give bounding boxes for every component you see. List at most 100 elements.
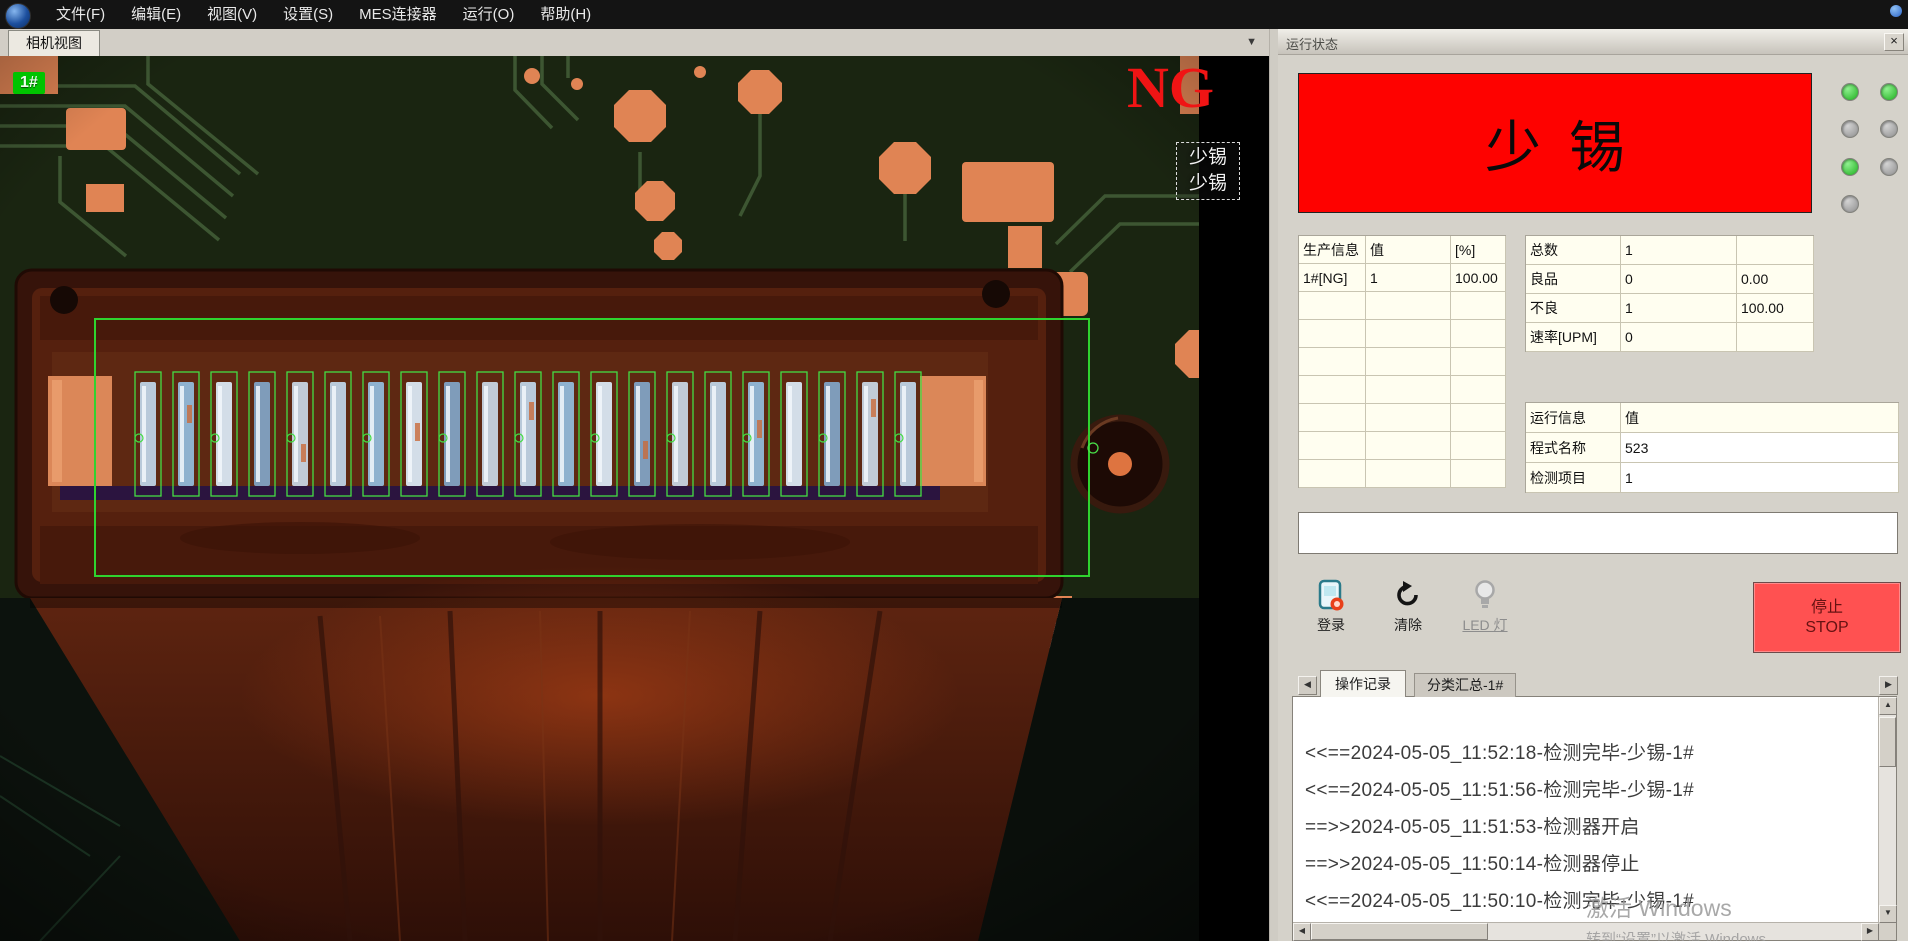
camera-tab-bar: 相机视图 ▼ <box>0 29 1269 56</box>
indicator-lamp <box>1880 120 1898 138</box>
indicator-lamp <box>1880 83 1898 101</box>
horizontal-scroll-thumb[interactable] <box>1311 923 1488 940</box>
cell <box>1366 460 1451 488</box>
cell <box>1299 460 1366 488</box>
tab-scroll-left-icon[interactable]: ◀ <box>1298 676 1317 695</box>
log-lines: <<==2024-05-05_11:52:18-检测完毕-少锡-1# <<==2… <box>1305 735 1870 920</box>
message-box[interactable] <box>1298 512 1898 554</box>
status-panel: 运行状态 × 少锡 生产信息 值 [%] 1#[NG] 1 100.00 <box>1278 29 1908 941</box>
cell: 100.00 <box>1451 264 1506 292</box>
login-icon <box>1299 578 1363 612</box>
indicator-lamp <box>1841 120 1859 138</box>
tab-scroll-right-icon[interactable]: ▶ <box>1879 676 1898 695</box>
cell <box>1451 292 1506 320</box>
column-header: 值 <box>1366 236 1451 264</box>
cell: 523 <box>1621 433 1899 463</box>
chevron-down-icon[interactable]: ▼ <box>1246 36 1257 48</box>
cell <box>1299 376 1366 404</box>
menu-view[interactable]: 视图(V) <box>194 0 270 29</box>
cell: 总数 <box>1526 236 1621 265</box>
cell <box>1366 348 1451 376</box>
indicator-lamp <box>1841 83 1859 101</box>
cell: 0 <box>1621 265 1737 294</box>
cell: 0 <box>1621 323 1737 352</box>
stop-button[interactable]: 停止 STOP <box>1753 582 1901 653</box>
indicator-lamp <box>1841 195 1859 213</box>
scroll-up-icon[interactable]: ▲ <box>1879 697 1897 715</box>
scroll-left-icon[interactable]: ◀ <box>1293 923 1311 941</box>
log-line: ==>>2024-05-05_11:51:53-检测器开启 <box>1305 809 1870 846</box>
cell <box>1366 376 1451 404</box>
menu-settings[interactable]: 设置(S) <box>270 0 346 29</box>
clear-label: 清除 <box>1376 615 1440 635</box>
cell <box>1451 376 1506 404</box>
indicator-lamp <box>1841 158 1859 176</box>
app-window: 文件(F) 编辑(E) 视图(V) 设置(S) MES连接器 运行(O) 帮助(… <box>0 0 1908 941</box>
camera-view: 1# NG 少锡 少锡 <box>0 56 1269 941</box>
tab-class-summary[interactable]: 分类汇总-1# <box>1414 673 1516 697</box>
led-light-button[interactable]: LED 灯 <box>1453 578 1517 635</box>
close-icon[interactable]: × <box>1884 33 1904 51</box>
status-dot-icon <box>1890 5 1902 17</box>
led-label: LED 灯 <box>1453 615 1517 635</box>
cell: 1 <box>1621 463 1899 493</box>
cell: 良品 <box>1526 265 1621 294</box>
menu-edit[interactable]: 编辑(E) <box>118 0 194 29</box>
login-button[interactable]: 登录 <box>1299 578 1363 635</box>
totals-table: 总数 1 良品 0 0.00 不良 1 100.00 速率[UPM] 0 <box>1525 235 1814 352</box>
tab-camera-view[interactable]: 相机视图 <box>8 30 100 56</box>
cell: 1 <box>1621 294 1737 323</box>
horizontal-scrollbar[interactable]: ◀ ▶ <box>1293 922 1879 940</box>
vertical-scroll-thumb[interactable] <box>1879 717 1896 767</box>
column-header: [%] <box>1451 236 1506 264</box>
menu-file[interactable]: 文件(F) <box>43 0 118 29</box>
clear-button[interactable]: 清除 <box>1376 578 1440 635</box>
defect-label: 少锡 <box>1177 171 1239 197</box>
station-badge: 1# <box>13 72 45 94</box>
cell <box>1299 432 1366 460</box>
defect-banner-text: 少锡 <box>1457 103 1653 184</box>
menu-help[interactable]: 帮助(H) <box>527 0 604 29</box>
cell: 100.00 <box>1737 294 1814 323</box>
status-panel-title: 运行状态 <box>1286 34 1338 53</box>
cell: 检测项目 <box>1526 463 1621 493</box>
cell <box>1451 348 1506 376</box>
cell <box>1451 404 1506 432</box>
log-line: <<==2024-05-05_11:52:18-检测完毕-少锡-1# <box>1305 735 1870 772</box>
production-table: 生产信息 值 [%] 1#[NG] 1 100.00 <box>1298 235 1506 488</box>
cell <box>1366 292 1451 320</box>
menu-mes[interactable]: MES连接器 <box>346 0 450 29</box>
scroll-down-icon[interactable]: ▼ <box>1879 905 1897 923</box>
cell <box>1737 323 1814 352</box>
cell: 程式名称 <box>1526 433 1621 463</box>
cell <box>1299 320 1366 348</box>
cell <box>1451 432 1506 460</box>
cell <box>1299 292 1366 320</box>
cell <box>1299 404 1366 432</box>
clear-icon <box>1376 578 1440 612</box>
menu-run[interactable]: 运行(O) <box>450 0 528 29</box>
menu-bar: 文件(F) 编辑(E) 视图(V) 设置(S) MES连接器 运行(O) 帮助(… <box>0 0 1908 29</box>
status-panel-titlebar: 运行状态 × <box>1278 29 1908 55</box>
cell <box>1299 348 1366 376</box>
scroll-right-icon[interactable]: ▶ <box>1861 923 1879 941</box>
operation-log: <<==2024-05-05_11:52:18-检测完毕-少锡-1# <<==2… <box>1292 696 1897 941</box>
stop-label-en: STOP <box>1805 618 1848 638</box>
cell <box>1451 320 1506 348</box>
cell <box>1366 320 1451 348</box>
cell <box>1366 432 1451 460</box>
column-header: 运行信息 <box>1526 403 1621 433</box>
vertical-scrollbar[interactable]: ▲ ▼ <box>1878 697 1896 923</box>
cell: 1 <box>1621 236 1737 265</box>
tab-operation-log[interactable]: 操作记录 <box>1320 670 1406 697</box>
defect-label: 少锡 <box>1177 145 1239 171</box>
cell: 1 <box>1366 264 1451 292</box>
app-logo-icon <box>5 3 31 29</box>
cell: 速率[UPM] <box>1526 323 1621 352</box>
login-label: 登录 <box>1299 615 1363 635</box>
defect-label-box: 少锡 少锡 <box>1176 142 1240 200</box>
cell <box>1366 404 1451 432</box>
cell: 1#[NG] <box>1299 264 1366 292</box>
log-line: <<==2024-05-05_11:50:10-检测完毕-少锡-1# <box>1305 883 1870 920</box>
log-line: <<==2024-05-05_11:51:56-检测完毕-少锡-1# <box>1305 772 1870 809</box>
